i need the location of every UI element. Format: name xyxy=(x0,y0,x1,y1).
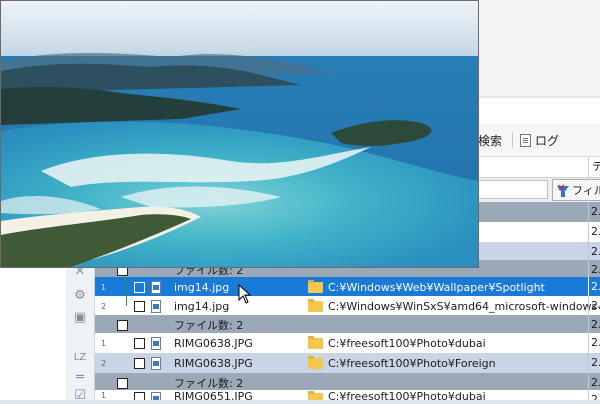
filter-label: フィル xyxy=(572,184,600,197)
cell-right: 2. xyxy=(588,242,600,262)
cell-right: 2. xyxy=(588,222,600,242)
slider-icon[interactable]: ═ xyxy=(71,368,89,386)
preview-image xyxy=(1,1,478,267)
cell-right: 2. xyxy=(588,277,600,297)
cell-right: 2. xyxy=(588,390,600,400)
log-button[interactable]: ログ xyxy=(520,131,559,149)
table-row[interactable]: 1 RIMG0651.JPG C:¥freesoft100¥Photo¥duba… xyxy=(95,390,600,400)
file-name: RIMG0638.JPG xyxy=(174,356,253,370)
group-checkbox[interactable] xyxy=(117,319,128,331)
gear-icon[interactable]: ⚙ xyxy=(71,286,89,304)
folder-icon xyxy=(308,298,323,312)
image-file-icon xyxy=(151,280,161,294)
cell-right: 2. xyxy=(588,315,600,335)
cell-right: 2. xyxy=(588,296,600,316)
file-name: RIMG0651.JPG xyxy=(174,390,253,400)
mouse-cursor-icon xyxy=(238,284,252,304)
row-number: 1 xyxy=(101,338,107,348)
group-checkbox[interactable] xyxy=(117,377,128,389)
check-list-icon[interactable]: ☑ xyxy=(71,386,89,404)
row-checkbox[interactable] xyxy=(134,300,145,312)
search-label: 検索 xyxy=(478,133,503,148)
folder-icon xyxy=(308,355,323,369)
filter-clear-icon: ✕ xyxy=(557,183,566,194)
group-row[interactable]: ファイル数: 2 2. xyxy=(95,315,600,335)
lz-button[interactable]: LZ xyxy=(71,348,89,366)
table-row[interactable]: 2 img14.jpg C:¥Windows¥WinSxS¥amd64_micr… xyxy=(95,296,600,316)
file-path: C:¥Windows¥Web¥Wallpaper¥Spotlight xyxy=(328,280,545,294)
image-file-icon xyxy=(151,356,161,370)
file-path: C:¥freesoft100¥Photo¥dubai xyxy=(328,390,486,400)
log-label: ログ xyxy=(535,133,560,148)
cell-right: 2. xyxy=(588,353,600,373)
folder-icon xyxy=(308,335,323,349)
table-row[interactable]: 2 RIMG0638.JPG C:¥freesoft100¥Photo¥Fore… xyxy=(95,353,600,373)
move-icon[interactable]: ▣ xyxy=(71,308,89,326)
file-name: RIMG0638.JPG xyxy=(174,336,253,350)
cell-right: 2. xyxy=(588,202,600,222)
file-name: img14.jpg xyxy=(174,299,230,313)
group-label: ファイル数: 2 xyxy=(174,319,244,332)
row-number: 2 xyxy=(101,358,107,368)
image-file-icon xyxy=(151,336,161,350)
row-checkbox[interactable] xyxy=(134,281,145,293)
search-button[interactable]: 検索 xyxy=(478,131,502,149)
file-name: img14.jpg xyxy=(174,280,230,294)
file-path: C:¥Windows¥WinSxS¥amd64_microsoft-window… xyxy=(328,299,600,313)
row-checkbox[interactable] xyxy=(134,392,145,400)
image-file-icon xyxy=(151,299,161,313)
image-preview-popup xyxy=(0,0,479,268)
group-label: ファイル数: 2 xyxy=(174,377,244,390)
file-path: C:¥freesoft100¥Photo¥Foreign xyxy=(328,356,496,370)
row-checkbox[interactable] xyxy=(134,357,145,369)
row-number: 1 xyxy=(101,391,107,400)
toolbar-separator xyxy=(512,132,513,148)
table-row[interactable]: 1 img14.jpg C:¥Windows¥Web¥Wallpaper¥Spo… xyxy=(95,277,600,297)
tree-line xyxy=(126,296,127,306)
image-file-icon xyxy=(151,392,161,400)
cell-right: 2. xyxy=(588,333,600,353)
tree-line xyxy=(126,277,127,297)
row-number: 2 xyxy=(101,301,107,311)
row-number: 1 xyxy=(101,282,107,292)
column-header-right[interactable]: テ xyxy=(588,157,600,177)
table-row[interactable]: 1 RIMG0638.JPG C:¥freesoft100¥Photo¥duba… xyxy=(95,333,600,353)
app-window: 検索 ログ テ フィル ✕ ✕ ⚙ ▣ LZ ═ ☑ 2. 2. xyxy=(0,0,600,403)
log-icon xyxy=(520,133,531,147)
lz-label: LZ xyxy=(73,351,87,363)
folder-icon xyxy=(308,279,323,293)
folder-icon xyxy=(308,391,323,400)
row-checkbox[interactable] xyxy=(134,337,145,349)
file-path: C:¥freesoft100¥Photo¥dubai xyxy=(328,336,486,350)
